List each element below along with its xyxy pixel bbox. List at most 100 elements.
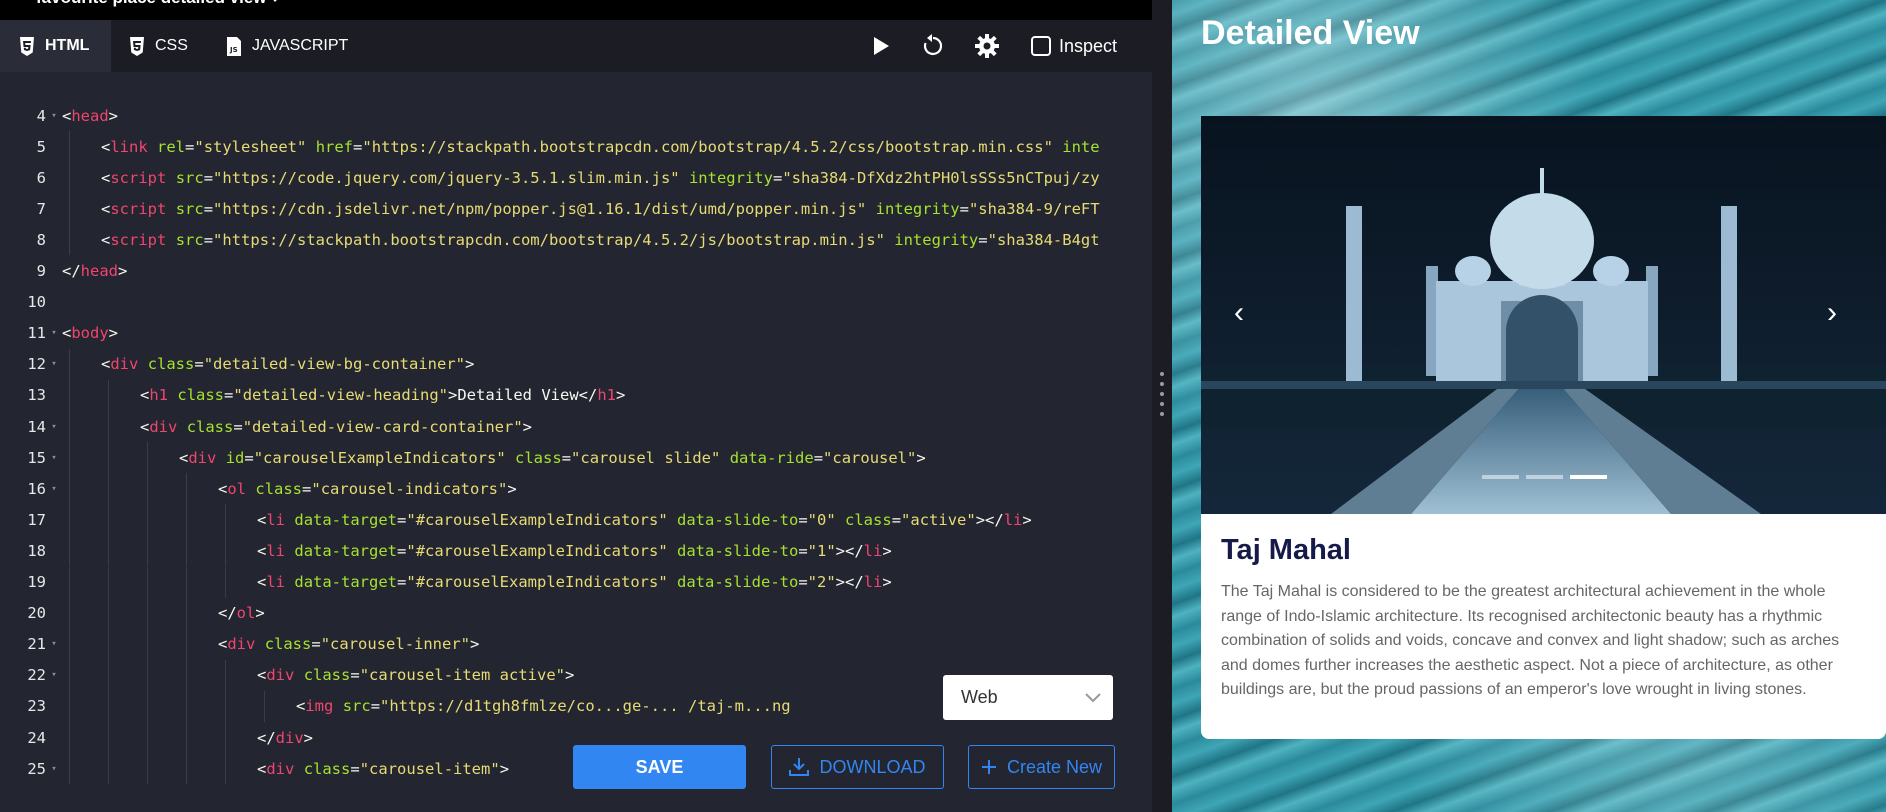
code-line[interactable]: 19 <li data-target="#carouselExampleIndic…: [0, 567, 891, 598]
download-button[interactable]: DOWNLOAD: [771, 745, 944, 789]
indent-guide: [225, 753, 226, 785]
indent-guide: [108, 473, 109, 505]
code-line[interactable]: 12 ▾ <div class="detailed-view-bg-containe…: [0, 349, 474, 380]
indent-guide: [69, 442, 70, 474]
project-title-strip: favourite place detailed view ↗: [0, 0, 1170, 20]
code-line[interactable]: 4 ▾ <head>: [0, 100, 118, 131]
fold-arrow-icon[interactable]: ▾: [46, 484, 62, 494]
indent-guide: [108, 597, 109, 629]
preview-mode-value: Web: [961, 687, 998, 707]
indent-guide: [147, 504, 148, 536]
create-new-button[interactable]: Create New: [968, 745, 1115, 789]
indent-guide: [147, 566, 148, 598]
grip-dot: [1160, 382, 1164, 386]
indent-guide: [147, 753, 148, 785]
code-line[interactable]: 10: [0, 287, 62, 318]
line-number: 13: [27, 386, 46, 405]
code-line[interactable]: 8 <script src="https://stackpath.bootstra…: [0, 224, 1100, 255]
indent-guide: [147, 473, 148, 505]
code-text: <div id="carouselExampleIndicators" clas…: [179, 448, 926, 467]
carousel-indicator[interactable]: [1526, 475, 1563, 479]
code-line[interactable]: 6 <script src="https://code.jquery.com/jq…: [0, 162, 1100, 193]
indent-guide: [147, 628, 148, 660]
line-number: 24: [27, 728, 46, 747]
pane-resize-handle[interactable]: [1152, 0, 1172, 812]
code-line[interactable]: 21 ▾ <div class="carousel-inner">: [0, 629, 479, 660]
line-number: 16: [27, 479, 46, 498]
fold-arrow-icon[interactable]: ▾: [46, 764, 62, 774]
tab-label: JAVASCRIPT: [252, 37, 349, 54]
save-button[interactable]: SAVE: [573, 745, 746, 789]
indent-guide: [108, 722, 109, 754]
save-label: SAVE: [635, 756, 684, 777]
reset-button[interactable]: [921, 32, 945, 60]
line-number: 17: [27, 510, 46, 529]
inspect-label: Inspect: [1059, 35, 1118, 56]
tab-css[interactable]: CSS: [129, 20, 188, 72]
line-number: 22: [27, 666, 46, 685]
fold-arrow-icon[interactable]: ▾: [46, 359, 62, 369]
code-text: <body>: [62, 324, 119, 343]
carousel-next-button[interactable]: ›: [1827, 296, 1837, 330]
play-icon: [874, 37, 889, 55]
inspect-toggle[interactable]: Inspect: [1031, 32, 1117, 60]
fold-arrow-icon[interactable]: ▾: [46, 670, 62, 680]
code-line[interactable]: 25 ▾ <div class="carousel-item">: [0, 753, 509, 784]
tab-javascript[interactable]: JS JAVASCRIPT: [226, 20, 348, 72]
code-text: <div class="carousel-item active">: [257, 666, 575, 685]
fold-arrow-icon[interactable]: ▾: [46, 453, 62, 463]
fold-arrow-icon[interactable]: ▾: [46, 328, 62, 338]
code-line[interactable]: 9 </head>: [0, 256, 128, 287]
carousel-prev-button[interactable]: ‹: [1234, 296, 1244, 330]
tab-html[interactable]: HTML: [0, 20, 111, 72]
line-number: 4: [36, 106, 46, 125]
code-line[interactable]: 7 <script src="https://cdn.jsdelivr.net/n…: [0, 193, 1100, 224]
chevron-down-icon: [1085, 692, 1101, 702]
svg-text:JS: JS: [229, 46, 238, 54]
code-line[interactable]: 24 </div>: [0, 722, 313, 753]
indent-guide: [147, 535, 148, 567]
code-line[interactable]: 16 ▾ <ol class="carousel-indicators">: [0, 473, 516, 504]
code-line[interactable]: 15 ▾ <div id="carouselExampleIndicators" c…: [0, 442, 926, 473]
indent-guide: [69, 348, 70, 380]
line-number: 9: [36, 262, 46, 280]
carousel-indicator[interactable]: [1482, 475, 1519, 479]
preview-mode-select[interactable]: Web: [943, 675, 1113, 720]
indent-guide: [69, 411, 70, 443]
download-label: DOWNLOAD: [819, 756, 926, 777]
run-button[interactable]: [871, 32, 891, 60]
indent-guide: [186, 566, 187, 598]
fold-arrow-icon[interactable]: ▾: [46, 422, 62, 432]
code-line[interactable]: 14 ▾ <div class="detailed-view-card-contai…: [0, 411, 532, 442]
code-text: <script src="https://stackpath.bootstrap…: [101, 230, 1100, 249]
code-line[interactable]: 22 ▾ <div class="carousel-item active">: [0, 660, 574, 691]
code-text-fragment: /co...ge-... /taj-m...ng: [566, 697, 791, 716]
line-number: 21: [27, 635, 46, 654]
indent-guide: [186, 597, 187, 629]
code-text: <div class="detailed-view-card-container…: [140, 417, 533, 436]
indent-guide: [147, 722, 148, 754]
code-line[interactable]: 17 <li data-target="#carouselExampleIndic…: [0, 504, 1031, 535]
indent-guide: [69, 131, 70, 163]
code-line[interactable]: 23 <img src="https://d1tgh8fmlze/co...ge-…: [0, 691, 791, 722]
indent-guide: [186, 504, 187, 536]
indent-guide: [225, 722, 226, 754]
settings-button[interactable]: [974, 32, 1000, 60]
indent-guide: [69, 379, 70, 411]
code-line[interactable]: 11 ▾ <body>: [0, 318, 118, 349]
line-number: 25: [27, 759, 46, 778]
code-line[interactable]: 13 <h1 class="detailed-view-heading">Deta…: [0, 380, 625, 411]
code-line[interactable]: 18 <li data-target="#carouselExampleIndic…: [0, 535, 891, 566]
code-text: <img src="https://d1tgh8fmlze/co...ge-..…: [296, 697, 791, 716]
carousel-indicator-active[interactable]: [1570, 475, 1607, 479]
code-text: <div class="carousel-inner">: [218, 635, 480, 654]
fold-arrow-icon[interactable]: ▾: [46, 111, 62, 121]
gear-icon: [975, 34, 999, 58]
code-line[interactable]: 5 <link rel="stylesheet" href="https://st…: [0, 131, 1100, 162]
code-text: <link rel="stylesheet" href="https://sta…: [101, 137, 1100, 156]
line-number: 14: [27, 417, 46, 436]
fold-arrow-icon[interactable]: ▾: [46, 639, 62, 649]
inspect-checkbox[interactable]: [1031, 36, 1051, 56]
code-line[interactable]: 20 </ol>: [0, 598, 264, 629]
card-description: The Taj Mahal is considered to be the gr…: [1221, 583, 1840, 698]
